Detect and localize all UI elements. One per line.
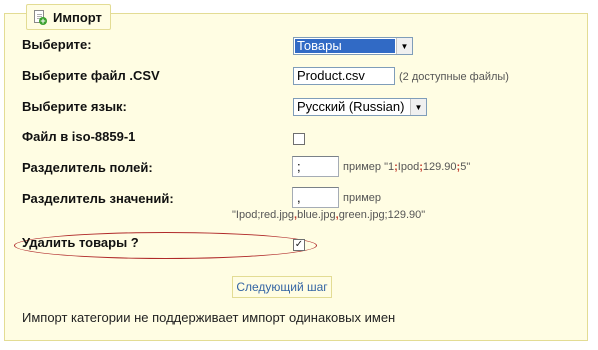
csv-file-select[interactable]: Product.csv	[293, 67, 395, 85]
import-legend: + Импорт	[26, 4, 111, 30]
type-select[interactable]: Товары ▼	[293, 37, 413, 55]
value-separator-input[interactable]: ,	[292, 187, 339, 208]
value-separator-label: Разделитель значений:	[22, 191, 174, 206]
legend-title: Импорт	[53, 9, 102, 25]
field-separator-input[interactable]: ;	[292, 156, 339, 177]
value-separator-example: "Ipod;red.jpg,blue.jpg,green.jpg;129.90"	[232, 209, 426, 221]
iso-checkbox[interactable]	[293, 133, 305, 145]
delete-products-label: Удалить товары ?	[22, 235, 139, 250]
value-separator-hint-title: пример	[343, 192, 382, 204]
language-label: Выберите язык:	[22, 99, 127, 114]
next-step-button[interactable]: Следующий шаг	[232, 276, 332, 298]
chevron-down-icon[interactable]: ▼	[410, 99, 426, 115]
footer-note: Импорт категории не поддерживает импорт …	[22, 310, 396, 325]
csv-file-select-value: Product.csv	[297, 68, 365, 83]
csv-file-label: Выберите файл .CSV	[22, 68, 160, 83]
chevron-down-icon[interactable]: ▼	[396, 38, 412, 54]
type-select-value: Товары	[295, 39, 395, 53]
select-type-label: Выберите:	[22, 37, 92, 52]
csv-file-hint: (2 доступные файлы)	[399, 71, 509, 83]
language-select-value: Русский (Russian)	[297, 99, 405, 114]
iso-label: Файл в iso-8859-1	[22, 129, 136, 144]
field-separator-hint: пример "1;Ipod;129.90;5"	[343, 161, 471, 173]
delete-products-checkbox[interactable]: ✓	[293, 239, 305, 251]
language-select[interactable]: Русский (Russian) ▼	[293, 98, 427, 116]
import-page-icon: +	[33, 9, 47, 25]
field-separator-label: Разделитель полей:	[22, 160, 153, 175]
